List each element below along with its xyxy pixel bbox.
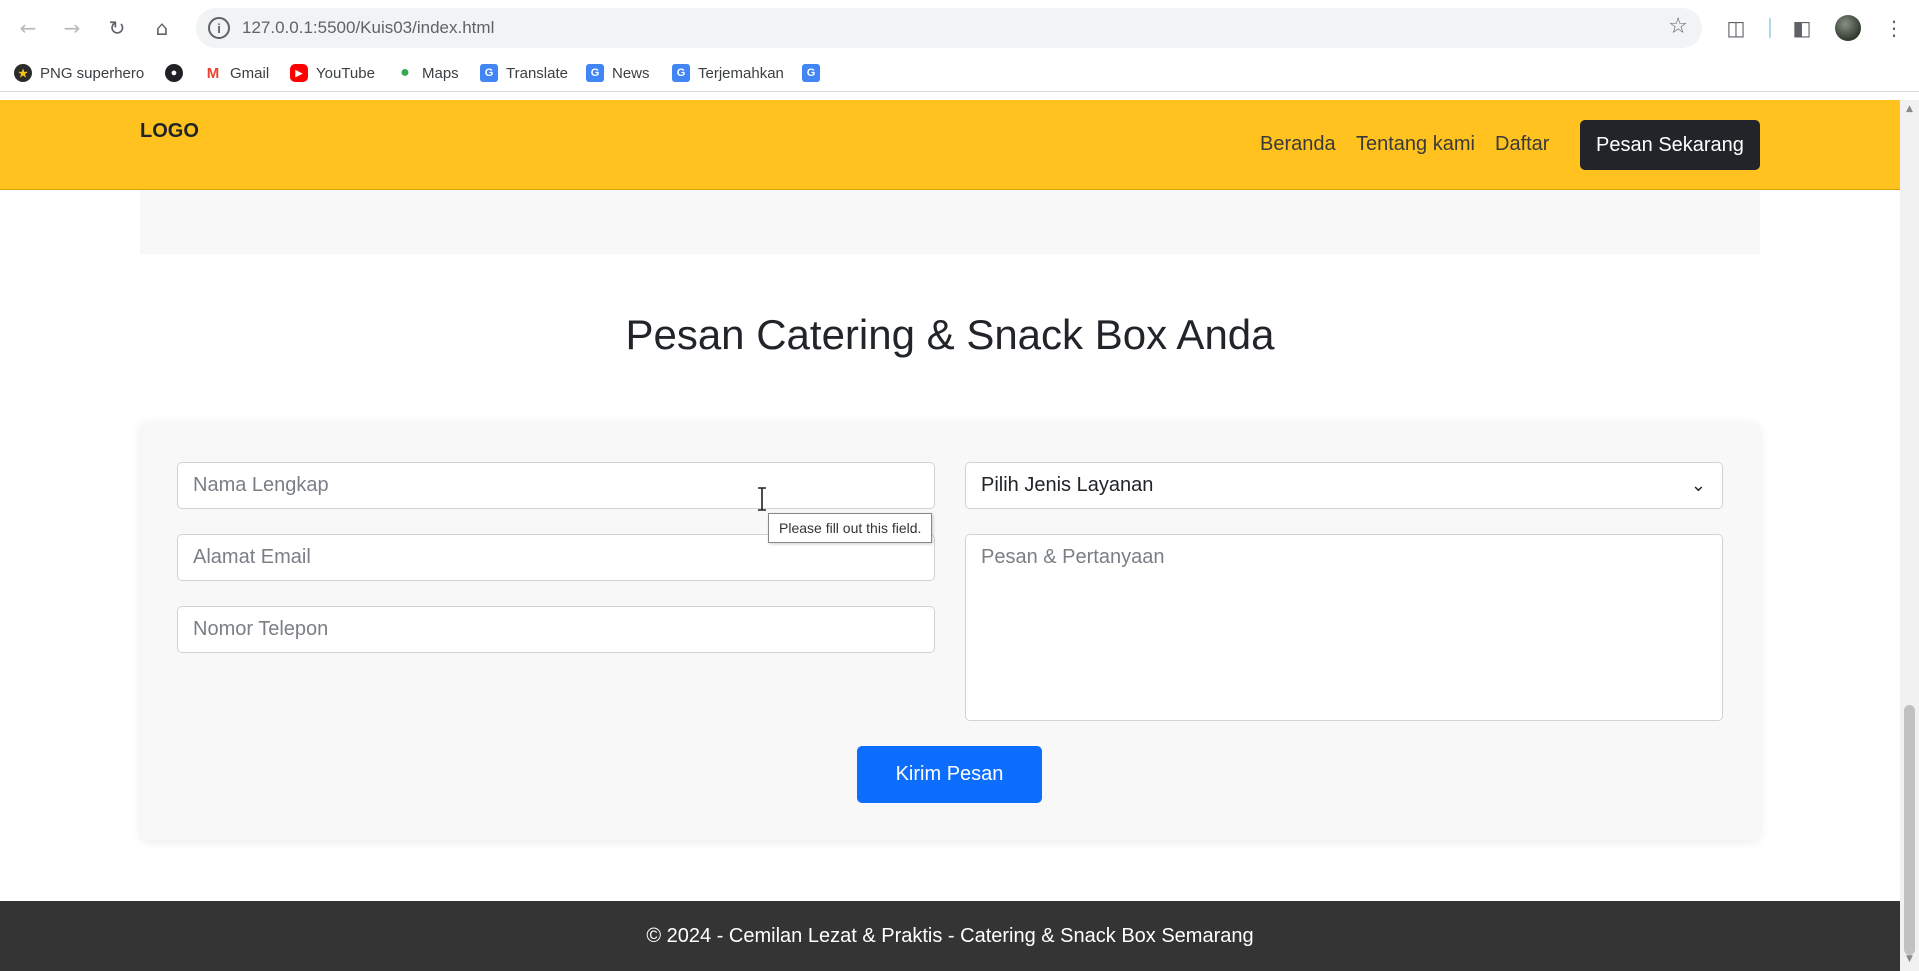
- forward-arrow-icon[interactable]: →: [56, 12, 88, 44]
- name-input[interactable]: Nama Lengkap: [177, 462, 935, 509]
- site-navbar: LOGO Beranda Tentang kami Daftar Pesan S…: [0, 100, 1900, 190]
- bookmark-label: Gmail: [230, 64, 270, 82]
- back-arrow-icon[interactable]: ←: [12, 12, 44, 44]
- news-icon: G: [586, 64, 604, 82]
- chevron-down-icon: ⌄: [1690, 475, 1706, 496]
- globe-icon: ●: [165, 64, 183, 82]
- google-translate-icon: G: [802, 64, 820, 82]
- extensions-icon[interactable]: ◫: [1720, 12, 1752, 44]
- bookmark-translate[interactable]: G Translate: [480, 64, 568, 82]
- bookmark-maps[interactable]: ● Maps: [396, 64, 459, 82]
- phone-input[interactable]: Nomor Telepon: [177, 606, 935, 653]
- star-badge-icon: ★: [14, 64, 32, 82]
- site-info-icon[interactable]: i: [208, 17, 230, 39]
- bookmark-news[interactable]: G News: [586, 64, 650, 82]
- translate-icon: G: [480, 64, 498, 82]
- address-bar[interactable]: i 127.0.0.1:5500/Kuis03/index.html ☆: [196, 8, 1702, 48]
- bookmark-label: News: [612, 64, 650, 82]
- page-title: Pesan Catering & Snack Box Anda: [625, 311, 1275, 358]
- maps-pin-icon: ●: [396, 64, 414, 82]
- bookmark-globe[interactable]: ●: [165, 64, 191, 82]
- toolbar-divider: [1769, 18, 1771, 38]
- site-logo[interactable]: LOGO: [140, 120, 199, 143]
- more-menu-icon[interactable]: ⋮: [1878, 12, 1910, 44]
- translate-icon: G: [672, 64, 690, 82]
- scroll-down-arrow-icon[interactable]: ▼: [1904, 954, 1915, 966]
- bookmark-gmail[interactable]: M Gmail: [204, 64, 269, 82]
- home-icon[interactable]: ⌂: [146, 12, 178, 44]
- scrollbar-thumb[interactable]: [1904, 705, 1915, 955]
- nav-link-beranda[interactable]: Beranda: [1260, 133, 1336, 156]
- bookmark-youtube[interactable]: ▶ YouTube: [290, 64, 375, 82]
- bookmark-google-translate[interactable]: G: [802, 64, 828, 82]
- bookmark-label: PNG superhero: [40, 64, 145, 82]
- page-viewport: LOGO Beranda Tentang kami Daftar Pesan S…: [0, 100, 1900, 971]
- message-textarea[interactable]: Pesan & Pertanyaan: [965, 534, 1723, 721]
- bookmarks-bar: ★ PNG superhero ● M Gmail ▶ YouTube ● Ma…: [0, 56, 1919, 92]
- order-now-button[interactable]: Pesan Sekarang: [1580, 120, 1760, 170]
- reload-icon[interactable]: ↻: [101, 12, 133, 44]
- browser-toolbar: ← → ↻ ⌂ i 127.0.0.1:5500/Kuis03/index.ht…: [0, 0, 1919, 56]
- scroll-up-arrow-icon[interactable]: ▲: [1904, 104, 1915, 116]
- gmail-icon: M: [204, 64, 222, 82]
- text-cursor-icon: [758, 487, 766, 511]
- youtube-icon: ▶: [290, 64, 308, 82]
- bookmark-label: YouTube: [316, 64, 375, 82]
- side-panel-icon[interactable]: ◧: [1786, 12, 1818, 44]
- bookmark-label: Translate: [506, 64, 568, 82]
- footer-text: © 2024 - Cemilan Lezat & Praktis - Cater…: [646, 924, 1254, 947]
- service-select-value: Pilih Jenis Layanan: [981, 474, 1154, 496]
- bookmark-terjemahkan[interactable]: G Terjemahkan: [672, 64, 784, 82]
- validation-tooltip: Please fill out this field.: [768, 513, 933, 543]
- url-text[interactable]: 127.0.0.1:5500/Kuis03/index.html: [242, 18, 494, 38]
- nav-link-tentang-kami[interactable]: Tentang kami: [1356, 133, 1475, 156]
- bookmark-star-icon[interactable]: ☆: [1668, 14, 1688, 39]
- nav-link-daftar[interactable]: Daftar: [1495, 133, 1549, 156]
- bookmark-png-superhero[interactable]: ★ PNG superhero: [14, 64, 144, 82]
- site-footer: © 2024 - Cemilan Lezat & Praktis - Cater…: [0, 901, 1900, 971]
- bookmark-label: Maps: [422, 64, 459, 82]
- previous-section-bottom: [140, 190, 1760, 254]
- send-message-button[interactable]: Kirim Pesan: [857, 746, 1042, 803]
- bookmark-label: Terjemahkan: [698, 64, 784, 82]
- service-select[interactable]: Pilih Jenis Layanan ⌄: [965, 462, 1723, 509]
- page-scrollbar[interactable]: ▲ ▼: [1900, 100, 1919, 971]
- profile-avatar[interactable]: [1835, 15, 1861, 41]
